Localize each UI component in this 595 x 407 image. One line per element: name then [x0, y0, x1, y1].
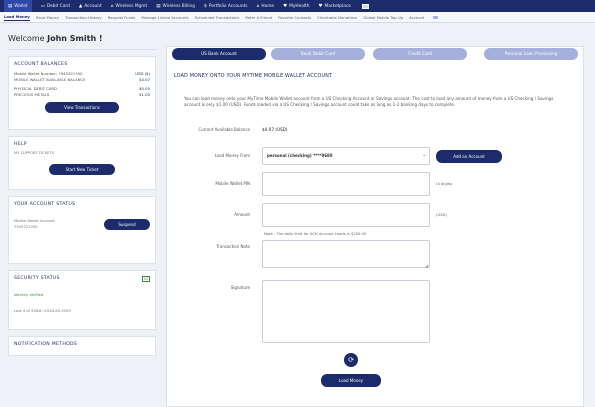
- tab-us-bank-account[interactable]: US Bank Account: [172, 48, 266, 60]
- balance-row: PRECIOUS METALS $1.00: [14, 92, 150, 98]
- topnav-label: Debit Card: [46, 3, 70, 9]
- subnav-global-mobile-top-up[interactable]: Global Mobile Top Up: [363, 15, 403, 20]
- pin-label: Mobile Wallet PIN: [215, 181, 250, 186]
- balance-label: MOBILE WALLET AVAILABLE BALANCE: [14, 77, 86, 82]
- subnav-refer-a-friend[interactable]: Refer A Friend: [245, 15, 272, 20]
- panel-title: HELP: [14, 142, 27, 147]
- notification-methods-panel: NOTIFICATION METHODS: [8, 336, 156, 356]
- health-icon: ♥: [283, 3, 288, 9]
- account-balances-panel: ACCOUNT BALANCES Mobile Wallet Number: 7…: [8, 56, 156, 130]
- help-panel: HELP MY SUPPORT TICKETS Start New Ticket: [8, 136, 156, 190]
- balance-value: $4.07 (USD): [262, 127, 288, 132]
- tab-book-debit-card[interactable]: Book Debit Card: [271, 48, 365, 60]
- signature-label: Signature: [230, 285, 250, 290]
- subnav-account[interactable]: Account: [409, 15, 424, 20]
- dollar-icon: $: [203, 3, 207, 9]
- topnav-marketplace[interactable]: ♥ Marketplace: [318, 4, 350, 9]
- id-badge-icon: ID: [142, 276, 150, 282]
- amount-input[interactable]: [262, 203, 430, 227]
- topnav-label: Marketplace: [324, 3, 351, 9]
- topnav-home[interactable]: ⌂ Home: [257, 4, 275, 9]
- view-transactions-button[interactable]: View Transactions: [45, 102, 119, 113]
- balance-label: Current Available Balance: [198, 127, 250, 132]
- wireless-icon: ⌂: [110, 3, 114, 9]
- balance-value: $1.00: [139, 92, 150, 97]
- topnav-label: MyHealth: [289, 3, 310, 9]
- pin-hint: (4 digits): [436, 182, 453, 186]
- topnav-label: Wireless Billing: [162, 3, 195, 9]
- load-money-button[interactable]: Load Money: [321, 374, 381, 387]
- card-icon: ▭: [40, 3, 45, 9]
- support-tickets-link[interactable]: MY SUPPORT TICKETS: [14, 151, 150, 155]
- security-status-panel: SECURITY STATUS ID Identity Verified Las…: [8, 270, 156, 330]
- topnav-myhealth[interactable]: ♥ MyHealth: [283, 4, 309, 9]
- subnav-charitable-donations[interactable]: Charitable Donations: [317, 15, 357, 20]
- billing-icon: ▤: [156, 3, 161, 9]
- panel-title: YOUR ACCOUNT STATUS: [14, 202, 76, 207]
- refresh-signature-icon[interactable]: ⟳: [344, 353, 358, 367]
- topnav-label: Wallet: [14, 3, 28, 9]
- user-name: John Smith !: [47, 34, 103, 43]
- topnav-portfolio-accounts[interactable]: $ Portfolio Accounts: [204, 4, 248, 9]
- tab-credit-card[interactable]: Credit Card: [373, 48, 467, 60]
- add-account-button[interactable]: Add an Account: [436, 150, 502, 163]
- subnav-request-funds[interactable]: Request Funds: [108, 15, 136, 20]
- balance-value: $4.07: [139, 77, 150, 82]
- load-from-label: Load Money From: [214, 153, 250, 158]
- resize-handle-icon[interactable]: ◢: [425, 263, 428, 268]
- topnav-label: Home: [261, 3, 275, 9]
- topnav-account[interactable]: ▲ Account: [79, 4, 102, 9]
- section-title: LOAD MONEY ONTO YOUR MYTIME MOBILE WALLE…: [174, 74, 333, 79]
- transaction-note-label: Transaction Note: [216, 244, 250, 249]
- subnav-transaction-history[interactable]: Transaction History: [65, 15, 101, 20]
- amount-label: Amount: [234, 212, 250, 217]
- flag-icon[interactable]: [432, 14, 440, 20]
- load-from-select[interactable]: personal (checking) ****0680: [262, 147, 430, 165]
- flag-icon[interactable]: [361, 3, 369, 9]
- user-icon: ▲: [78, 3, 83, 9]
- chevron-down-icon: ⌄: [422, 152, 427, 158]
- subnav-send-money[interactable]: Send Money: [36, 15, 59, 20]
- topnav-label: Wireless Mgmt: [115, 3, 148, 9]
- signature-pad[interactable]: [262, 280, 430, 343]
- load-money-description: You can load money onto your MyTime Mobi…: [184, 96, 554, 107]
- wallet-icon: ▤: [8, 3, 13, 9]
- topnav-label: Account: [84, 3, 102, 9]
- amount-limit-note: Note : The daily limit for ACH Account L…: [264, 232, 367, 236]
- topnav-wallet[interactable]: ▤ Wallet: [4, 0, 32, 12]
- amount-unit: (USD): [436, 213, 447, 217]
- tab-personal-loan-processing[interactable]: Personal Loan Processing: [484, 48, 578, 60]
- welcome-prefix: Welcome: [8, 34, 45, 43]
- transaction-note-input[interactable]: [262, 240, 430, 268]
- start-new-ticket-button[interactable]: Start New Ticket: [49, 164, 115, 175]
- ssn-text: Last 4 of SSN#: XXXX-XX-3099: [14, 309, 71, 313]
- topnav-wireless-mgmt[interactable]: ⌂ Wireless Mgmt: [111, 4, 148, 9]
- subnav-manage-linked-accounts[interactable]: Manage Linked Accounts: [141, 15, 188, 20]
- subnav-favorite-contacts[interactable]: Favorite Contacts: [278, 15, 311, 20]
- pin-input[interactable]: [262, 172, 430, 196]
- panel-title: NOTIFICATION METHODS: [14, 342, 78, 347]
- account-status-panel: YOUR ACCOUNT STATUS Mobile Wallet Accoun…: [8, 196, 156, 264]
- topnav-wireless-billing[interactable]: ▤ Wireless Billing: [156, 4, 195, 9]
- funding-tabs: US Bank Account Book Debit Card Credit C…: [170, 48, 580, 61]
- suspend-button[interactable]: Suspend: [104, 219, 150, 230]
- sub-navigation: Load Money Send Money Transaction Histor…: [0, 12, 595, 23]
- subnav-scheduled-transactions[interactable]: Scheduled Transactions: [195, 15, 240, 20]
- top-navigation: ▤ Wallet ▭ Debit Card ▲ Account ⌂ Wirele…: [0, 0, 595, 12]
- topnav-debit-card[interactable]: ▭ Debit Card: [41, 4, 70, 9]
- identity-verified-text: Identity Verified: [14, 293, 44, 297]
- welcome-message: Welcome John Smith !: [8, 32, 156, 50]
- wallet-account-label: Mobile Wallet Account 7945321390: [14, 219, 55, 229]
- selected-account: personal (checking) ****0680: [267, 153, 333, 158]
- left-sidebar: Welcome John Smith ! ACCOUNT BALANCES Mo…: [8, 32, 156, 356]
- topnav-label: Portfolio Accounts: [208, 3, 248, 9]
- balance-label: PRECIOUS METALS: [14, 92, 50, 97]
- panel-title: SECURITY STATUS: [14, 276, 60, 281]
- home-icon: ⌂: [256, 3, 260, 9]
- marketplace-icon: ♥: [318, 3, 323, 9]
- subnav-load-money[interactable]: Load Money: [4, 14, 30, 21]
- panel-title: ACCOUNT BALANCES: [14, 62, 68, 67]
